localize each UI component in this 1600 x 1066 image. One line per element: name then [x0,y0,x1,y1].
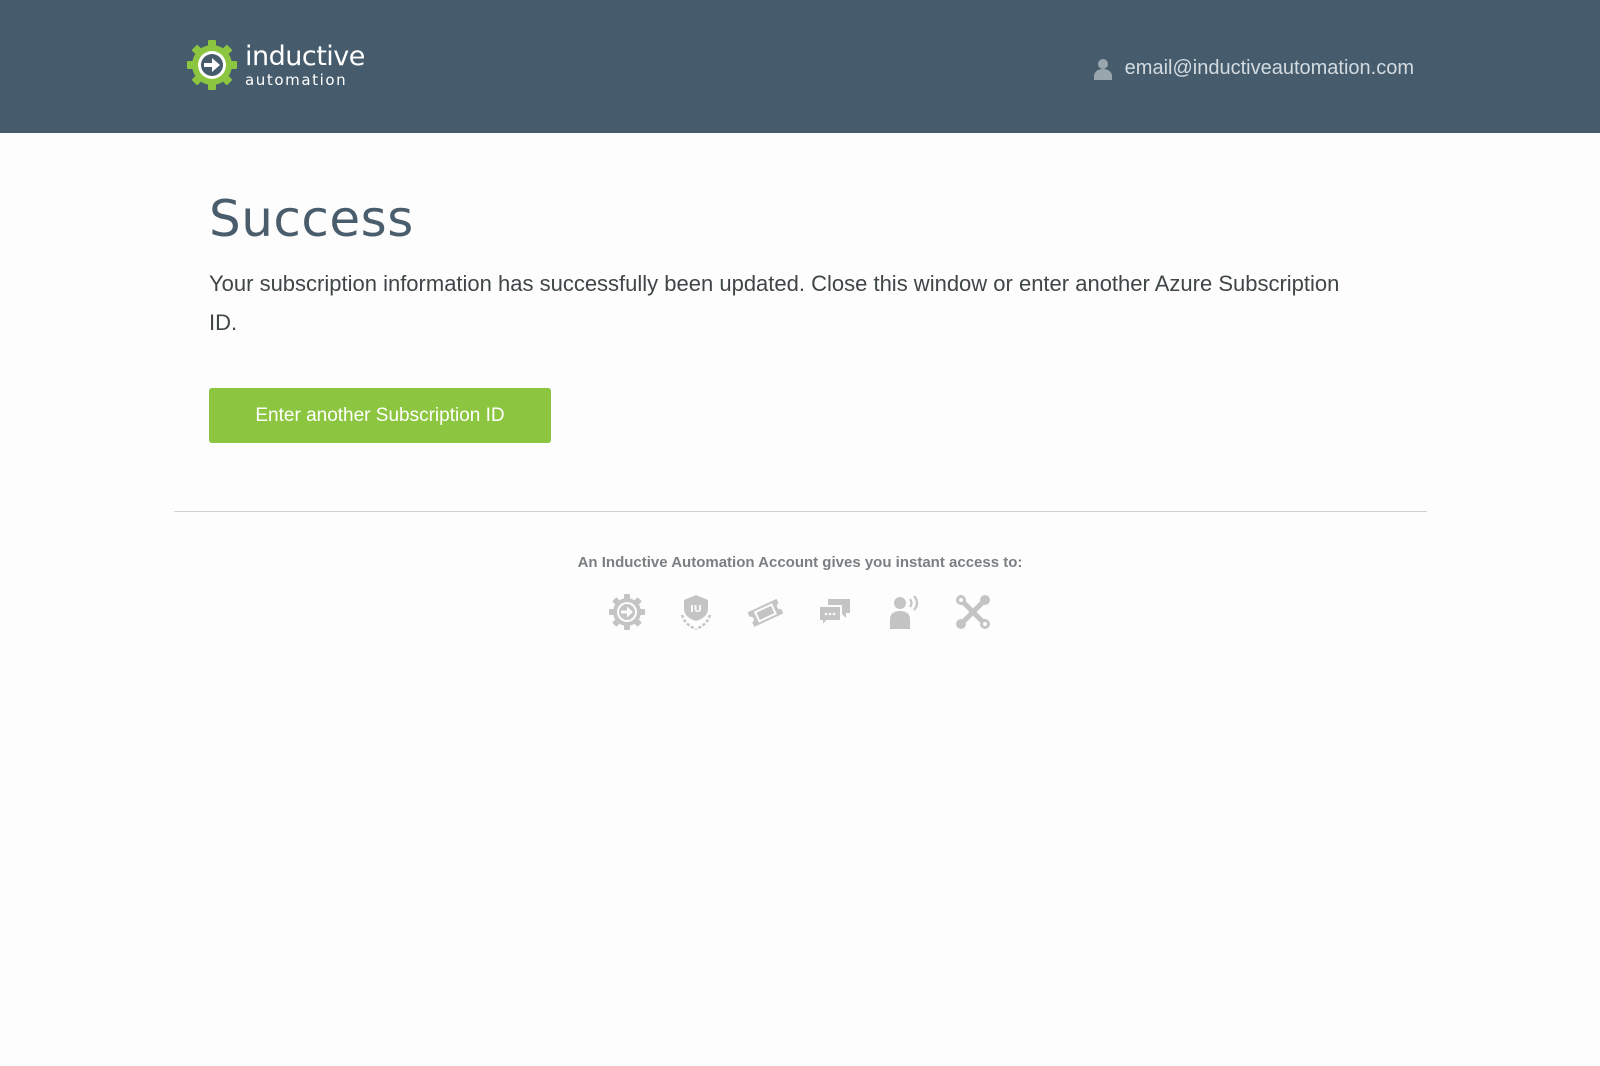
page-title: Success [209,190,414,248]
divider [174,511,1427,512]
svg-text:IU: IU [690,604,702,615]
tools-icon [955,595,990,629]
iu-badge-icon: IU [680,595,712,631]
success-message: Your subscription information has succes… [209,271,1340,335]
user-account[interactable]: email@inductiveautomation.com [1093,57,1414,80]
feature-icons-row: IU [608,593,992,631]
gear-arrow-icon [609,594,645,630]
gear-arrow-icon [187,40,237,90]
logo-text-automation: automation [245,70,348,89]
chat-bubbles-icon [817,599,850,629]
access-description: An Inductive Automation Account gives yo… [577,554,1023,571]
user-email: email@inductiveautomation.com [1124,57,1414,79]
inductive-automation-logo[interactable]: inductive automation [186,38,365,92]
ticket-icon [747,598,784,627]
header-bar: inductive automation email@inductiveauto… [0,0,1600,133]
user-icon [1093,58,1112,80]
logo-text-inductive: inductive [245,40,365,72]
enter-another-subscription-button[interactable]: Enter another Subscription ID [209,388,551,443]
main-content: Success Your subscription information ha… [209,186,1399,443]
speaking-person-icon [889,595,918,629]
